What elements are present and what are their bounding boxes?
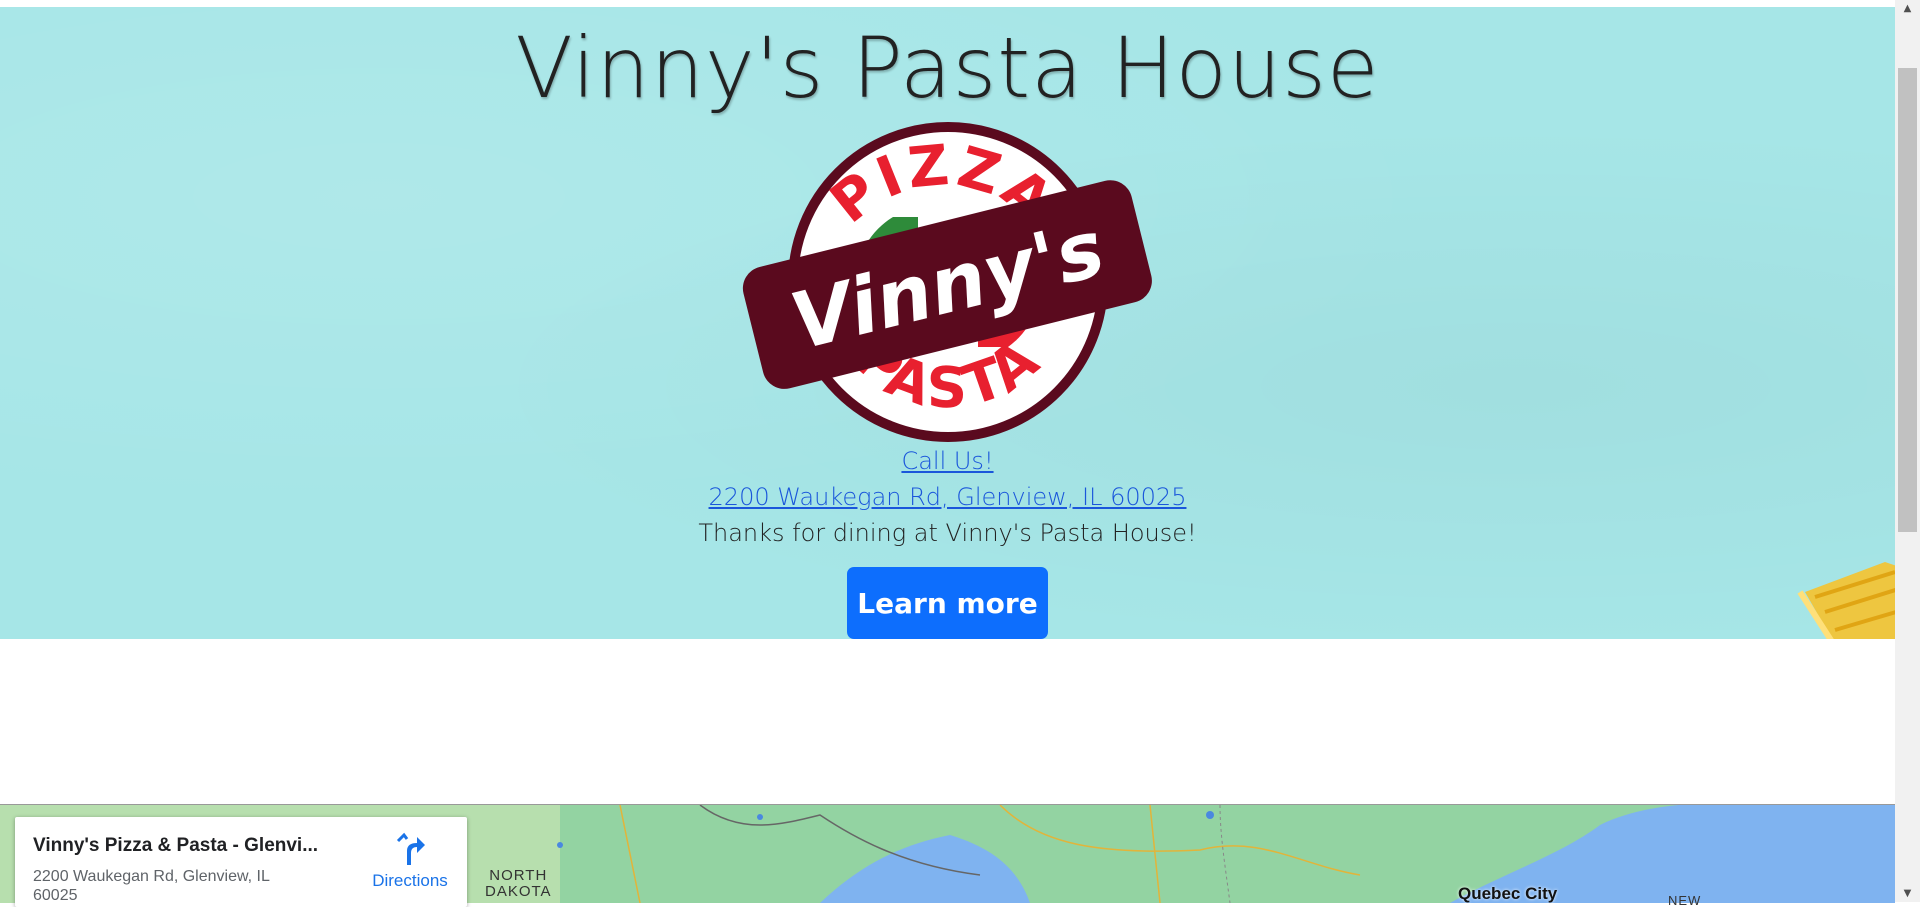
region-label-1: NORTH (489, 867, 548, 884)
call-us-link[interactable]: Call Us! (0, 443, 1895, 479)
vinnys-logo: PIZZA PASTA Vinny's (742, 122, 1152, 442)
map-region-label: NORTH DAKOTA (485, 868, 552, 900)
place-address: 2200 Waukegan Rd, Glenview, IL 60025 (33, 868, 270, 904)
hero-section: Vinny's Pasta House PIZZA PASTA Vinny's … (0, 7, 1895, 639)
pasta-decoration (1797, 562, 1895, 639)
thanks-message: Thanks for dining at Vinny's Pasta House… (698, 519, 1197, 547)
address-link[interactable]: 2200 Waukegan Rd, Glenview, IL 60025 (0, 479, 1895, 515)
map-city-label: Quebec City (1458, 884, 1558, 903)
region-label-2: DAKOTA (485, 883, 552, 900)
learn-more-button[interactable]: Learn more (847, 567, 1048, 639)
scroll-up-icon[interactable]: ▲ (1895, 0, 1920, 17)
directions-label: Directions (372, 871, 448, 890)
scroll-down-icon[interactable]: ▼ (1895, 885, 1920, 902)
contact-links: Call Us! 2200 Waukegan Rd, Glenview, IL … (0, 443, 1895, 551)
place-name[interactable]: Vinny's Pizza & Pasta - Glenvi... (33, 835, 333, 857)
directions-button[interactable]: Directions (355, 831, 465, 891)
directions-icon (396, 832, 425, 865)
map-place-card: Vinny's Pizza & Pasta - Glenvi... 2200 W… (15, 817, 467, 907)
scrollbar-thumb[interactable] (1898, 68, 1917, 532)
page-title: Vinny's Pasta House (515, 19, 1380, 117)
